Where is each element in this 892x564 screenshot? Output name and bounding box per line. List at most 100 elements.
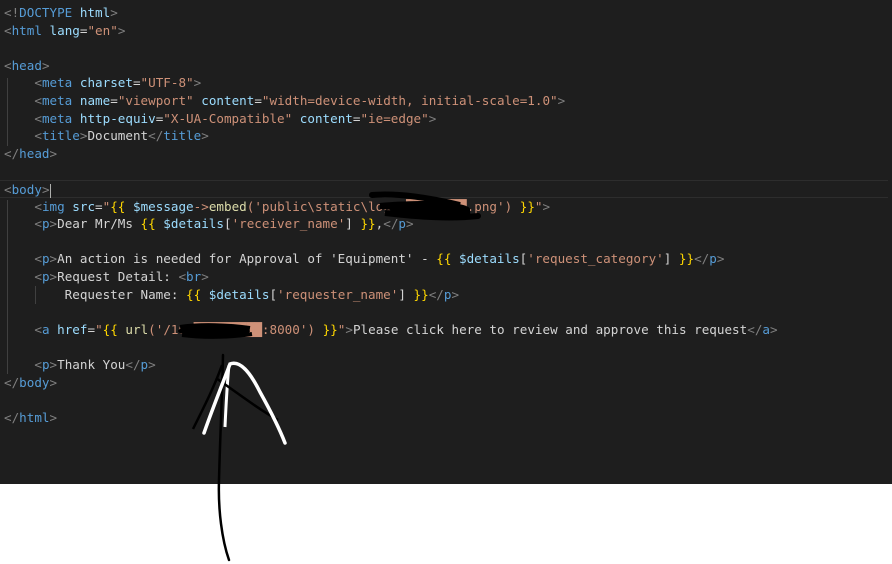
token-str: "viewport" <box>117 93 194 108</box>
token-txt: = <box>95 198 103 214</box>
token-str: "UTF-8" <box>140 75 194 91</box>
token-txt: = <box>254 93 262 108</box>
token-str: :8000') <box>261 321 323 337</box>
token-tag: DOCTYPE <box>19 5 73 20</box>
token-tag: head <box>11 57 42 73</box>
token-br: </ <box>383 216 399 232</box>
token-str: ('public\static\logo\ <box>246 198 406 214</box>
code-line[interactable]: </head> <box>0 145 892 163</box>
code-line[interactable]: <body> <box>0 180 888 198</box>
code-line[interactable] <box>0 162 892 180</box>
token-brace: }} <box>519 198 535 214</box>
token-br: < <box>4 22 12 38</box>
code-line[interactable]: <meta name="viewport" content="width=dev… <box>0 92 892 110</box>
token-tag: img <box>41 198 65 214</box>
token-br: </ <box>694 251 710 267</box>
code-line[interactable]: </body> <box>0 374 892 392</box>
token-brace: {{ <box>140 216 156 232</box>
code-line[interactable]: <meta charset="UTF-8"> <box>0 74 892 92</box>
code-line[interactable] <box>0 303 892 321</box>
token-str: █████████ <box>193 321 262 337</box>
token-br: </ <box>4 145 20 161</box>
token-var: $details <box>208 286 270 302</box>
token-tag: p <box>41 251 50 267</box>
token-tag: body <box>11 182 42 197</box>
code-line[interactable]: <a href="{{ url('/10.█████████:8000') }}… <box>0 321 892 339</box>
token-br: > <box>110 5 118 20</box>
token-str: .png') <box>466 198 520 214</box>
token-tag: body <box>19 374 50 390</box>
token-fn: embed <box>208 198 247 214</box>
code-line[interactable]: Requester Name: {{ $details['requester_n… <box>0 286 892 304</box>
token-brace: {{ <box>436 251 452 267</box>
code-line[interactable]: <title>Document</title> <box>0 127 892 145</box>
token-br: > <box>117 22 126 38</box>
token-txt: [ <box>269 286 278 302</box>
token-tag: meta <box>41 110 73 126</box>
token-brace: }} <box>678 251 695 267</box>
code-line[interactable] <box>0 233 892 251</box>
token-str: "width=device-width, initial-scale=1.0" <box>261 93 558 108</box>
token-fn: url <box>125 321 149 337</box>
token-tag: title <box>163 128 202 144</box>
token-str: "ie=edge" <box>360 110 429 126</box>
token-br: </ <box>747 321 763 337</box>
code-line[interactable]: </html> <box>0 409 892 427</box>
code-editor[interactable]: ⁞ ⁞ ⁞ ⁞ ⁞ ⁞⁞ ⁞⁞ ⁞ ⁞ ⁞ ⁞ <!DOCTYPE html><… <box>0 0 892 484</box>
code-line[interactable] <box>0 391 892 409</box>
code-line[interactable]: <p>Thank You</p> <box>0 356 892 374</box>
token-br: </ <box>148 128 164 144</box>
token-br: > <box>41 182 50 197</box>
token-attr: name <box>79 93 111 108</box>
token-attr: content <box>201 93 255 108</box>
partially-visible-line: ⁞ ⁞ ⁞ ⁞ ⁞ ⁞⁞ ⁞⁞ ⁞ ⁞ ⁞ ⁞ <box>0 0 314 3</box>
code-line[interactable]: <html lang="en"> <box>0 22 892 40</box>
token-br: > <box>49 374 58 390</box>
code-line[interactable]: <p>Dear Mr/Ms {{ $details['receiver_name… <box>0 215 892 233</box>
token-brace: {{ <box>110 198 126 214</box>
token-txt: Requester Name: <box>64 286 186 302</box>
token-tag: a <box>41 321 50 337</box>
token-txt: Thank You <box>57 357 126 372</box>
token-brace: }} <box>413 286 429 302</box>
token-txt: Document <box>87 128 149 144</box>
token-br: </ <box>428 286 444 302</box>
token-attr: href <box>57 321 88 337</box>
token-br: < <box>178 269 187 284</box>
token-br: > <box>49 145 58 161</box>
token-br: < <box>34 110 42 126</box>
code-line[interactable]: <head> <box>0 57 892 75</box>
code-line[interactable]: <meta http-equiv="X-UA-Compatible" conte… <box>0 110 892 128</box>
token-txt: An action is needed for Approval of 'Equ… <box>57 251 437 267</box>
code-line[interactable]: <p>Request Detail: <br> <box>0 268 892 286</box>
token-br: > <box>557 93 566 108</box>
token-str: ('/10. <box>148 321 194 337</box>
token-br: > <box>49 357 58 372</box>
token-brace: }} <box>322 321 338 337</box>
token-tag: title <box>41 128 80 144</box>
token-var: $details <box>459 251 520 267</box>
token-br: > <box>49 269 58 284</box>
code-line[interactable] <box>0 338 892 356</box>
token-tag: head <box>19 145 50 161</box>
token-br: < <box>4 182 12 197</box>
code-line[interactable]: <!DOCTYPE html> <box>0 4 892 22</box>
token-attr: http-equiv <box>79 110 156 126</box>
token-str: " <box>534 198 543 214</box>
code-line[interactable]: <img src= " {{ $message->embed('public\sta… <box>0 198 892 216</box>
code-line[interactable]: <p>An action is needed for Approval of '… <box>0 250 892 268</box>
token-str: 'request_category' <box>527 251 664 267</box>
token-br: < <box>34 198 42 214</box>
token-str: -> <box>193 198 209 214</box>
code-line[interactable] <box>0 39 892 57</box>
token-str: 'receiver_name' <box>231 216 346 232</box>
